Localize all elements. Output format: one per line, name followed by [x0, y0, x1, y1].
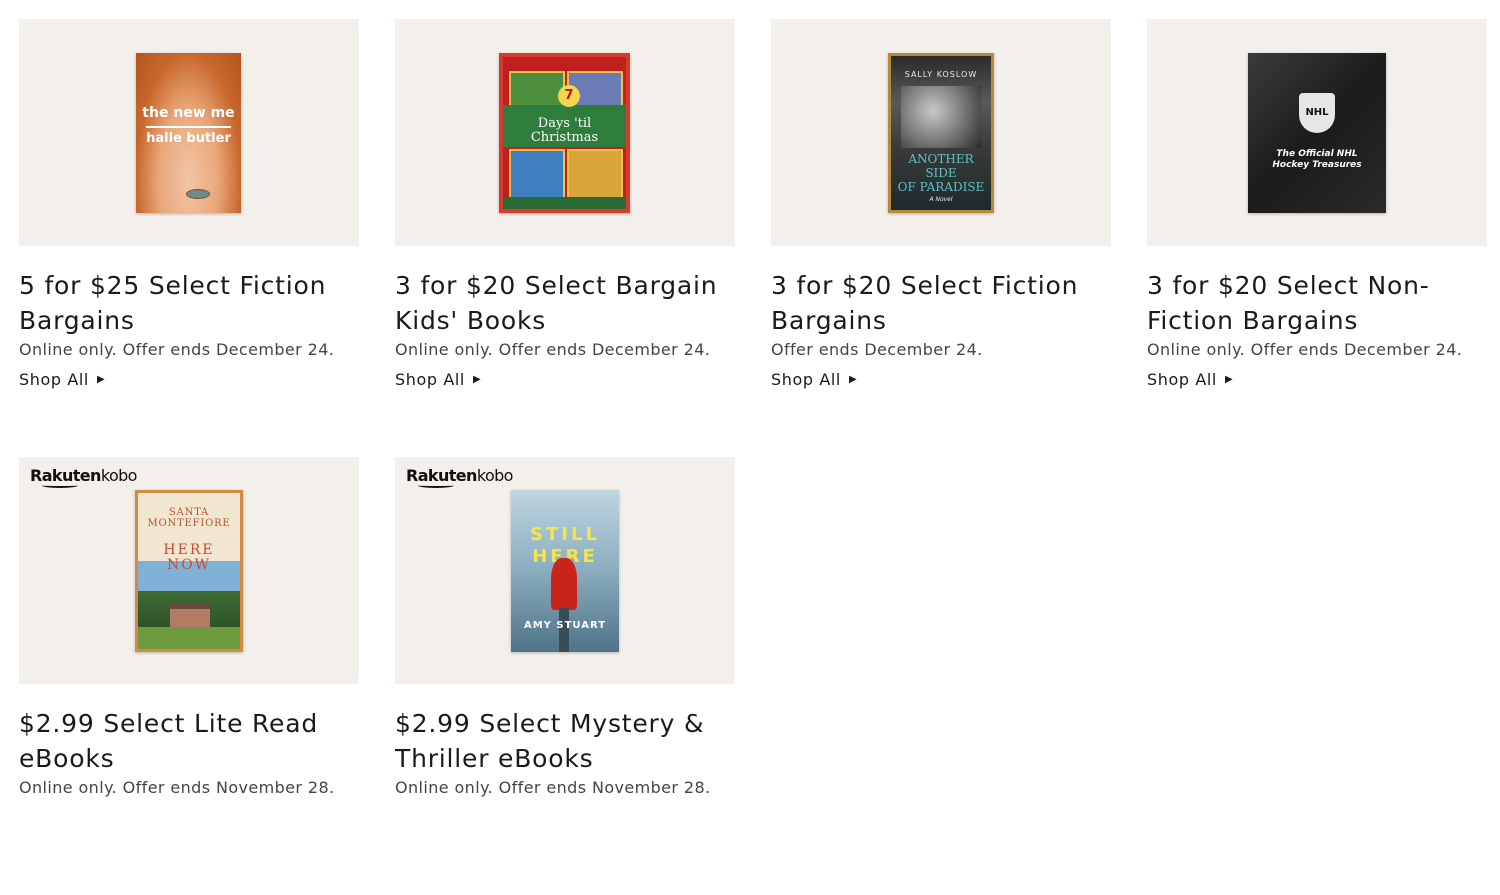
triangle-right-icon: ▶: [1224, 374, 1234, 385]
shop-all-label: Shop All: [19, 370, 89, 389]
cover-number-badge: 7: [558, 85, 580, 107]
promo-subtitle: Offer ends December 24.: [771, 340, 983, 359]
promo-subtitle: Online only. Offer ends December 24.: [1147, 340, 1463, 359]
promo-subtitle: Online only. Offer ends December 24.: [19, 340, 335, 359]
promo-subtitle: Online only. Offer ends November 28.: [395, 778, 711, 797]
cover-title-line1: The Official NHL: [1276, 149, 1358, 159]
promo-title[interactable]: 3 for $20 Select Non-Fiction Bargains: [1147, 268, 1487, 338]
promo-card-mystery-thriller-ebooks: Rakutenkobo STILL HERE AMY STUART $2.99 …: [395, 457, 735, 895]
nhl-shield-icon: NHL: [1299, 93, 1335, 133]
promo-card-nonfiction-3-for-20: NHL The Official NHL Hockey Treasures 3 …: [1147, 19, 1487, 457]
promo-card-fiction-3-for-20: SALLY KOSLOW ANOTHER SIDE OF PARADISE A …: [771, 19, 1111, 457]
promo-card-fiction-5-for-25: the new me halle butler 5 for $25 Select…: [19, 19, 359, 457]
cover-title-line2: Christmas: [530, 130, 599, 145]
promo-card-lite-read-ebooks: Rakutenkobo SANTA MONTEFIORE HERE NOW $2…: [19, 457, 359, 895]
rakuten-kobo-logo: Rakutenkobo: [406, 466, 514, 488]
cover-author: SALLY KOSLOW: [904, 70, 978, 79]
promo-image[interactable]: the new me halle butler: [19, 19, 359, 246]
cover-note: A Novel: [929, 196, 953, 203]
cover-title-line1: ANOTHER SIDE: [908, 152, 974, 180]
cover-footer-band: [503, 197, 626, 209]
promo-image[interactable]: Days 'til Christmas 7: [395, 19, 735, 246]
book-cover-7-days-til-christmas[interactable]: Days 'til Christmas 7: [499, 53, 630, 213]
promo-image[interactable]: SALLY KOSLOW ANOTHER SIDE OF PARADISE A …: [771, 19, 1111, 246]
shop-all-label: Shop All: [395, 370, 465, 389]
shop-all-label: Shop All: [771, 370, 841, 389]
cover-title-band: Days 'til Christmas: [503, 105, 626, 147]
triangle-right-icon: ▶: [848, 374, 858, 385]
promo-image[interactable]: NHL The Official NHL Hockey Treasures: [1147, 19, 1487, 246]
cover-title-line2: NOW: [166, 557, 212, 573]
promo-title[interactable]: 3 for $20 Select Bargain Kids' Books: [395, 268, 735, 338]
shop-all-link[interactable]: Shop All ▶: [395, 369, 481, 391]
cover-photo: [901, 86, 981, 148]
promo-subtitle: Online only. Offer ends December 24.: [395, 340, 711, 359]
cover-author: AMY STUART: [523, 620, 607, 631]
shop-all-label: Shop All: [1147, 370, 1217, 389]
cover-panel: [509, 71, 565, 109]
promo-subtitle: Online only. Offer ends November 28.: [19, 778, 335, 797]
cover-title-line2: OF PARADISE: [897, 180, 985, 194]
cover-house: [170, 603, 210, 629]
book-cover-another-side-of-paradise[interactable]: SALLY KOSLOW ANOTHER SIDE OF PARADISE A …: [888, 53, 994, 213]
cover-title-line1: HERE: [163, 542, 215, 558]
promo-grid: the new me halle butler 5 for $25 Select…: [19, 19, 1487, 895]
cover-author: SANTA MONTEFIORE: [138, 507, 240, 529]
cover-title: ANOTHER SIDE OF PARADISE: [891, 152, 991, 194]
cover-title-line1: STILL: [530, 524, 600, 545]
promo-title[interactable]: $2.99 Select Mystery & Thriller eBooks: [395, 706, 735, 776]
cover-panel: [509, 149, 565, 199]
cover-author: halle butler: [146, 131, 231, 146]
triangle-right-icon: ▶: [472, 374, 482, 385]
cover-figure: [551, 558, 577, 610]
cover-title: HERE NOW: [138, 543, 240, 573]
cover-author-line2: MONTEFIORE: [147, 518, 231, 529]
cover-author-line1: SANTA: [168, 507, 210, 518]
cover-eye-graphic: [186, 189, 210, 199]
cover-title-line2: Hockey Treasures: [1272, 160, 1362, 170]
book-cover-still-here[interactable]: STILL HERE AMY STUART: [511, 490, 619, 652]
shop-all-link[interactable]: Shop All ▶: [19, 369, 105, 391]
logo-swoosh: [42, 483, 78, 488]
cover-ground: [138, 627, 240, 649]
book-cover-nhl-hockey-treasures[interactable]: NHL The Official NHL Hockey Treasures: [1248, 53, 1386, 213]
book-cover-here-and-now[interactable]: SANTA MONTEFIORE HERE NOW: [135, 490, 243, 652]
cover-panel: [567, 149, 623, 199]
book-cover-the-new-me[interactable]: the new me halle butler: [136, 53, 241, 213]
promo-card-kids-3-for-20: Days 'til Christmas 7 3 for $20 Select B…: [395, 19, 735, 457]
shop-all-link[interactable]: Shop All ▶: [1147, 369, 1233, 391]
cover-title: The Official NHL Hockey Treasures: [1248, 149, 1386, 171]
rakuten-kobo-logo: Rakutenkobo: [30, 466, 138, 488]
triangle-right-icon: ▶: [96, 374, 106, 385]
promo-image[interactable]: Rakutenkobo SANTA MONTEFIORE HERE NOW: [19, 457, 359, 684]
cover-title-line1: Days 'til: [537, 116, 592, 131]
logo-swoosh: [418, 483, 454, 488]
cover-title: the new me: [142, 105, 235, 121]
promo-title[interactable]: 5 for $25 Select Fiction Bargains: [19, 268, 359, 338]
cover-divider: [146, 126, 231, 128]
promo-image[interactable]: Rakutenkobo STILL HERE AMY STUART: [395, 457, 735, 684]
promo-title[interactable]: 3 for $20 Select Fiction Bargains: [771, 268, 1111, 338]
promo-title[interactable]: $2.99 Select Lite Read eBooks: [19, 706, 359, 776]
kobo-wordmark: kobo: [100, 466, 138, 485]
shop-all-link[interactable]: Shop All ▶: [771, 369, 857, 391]
kobo-wordmark: kobo: [476, 466, 514, 485]
